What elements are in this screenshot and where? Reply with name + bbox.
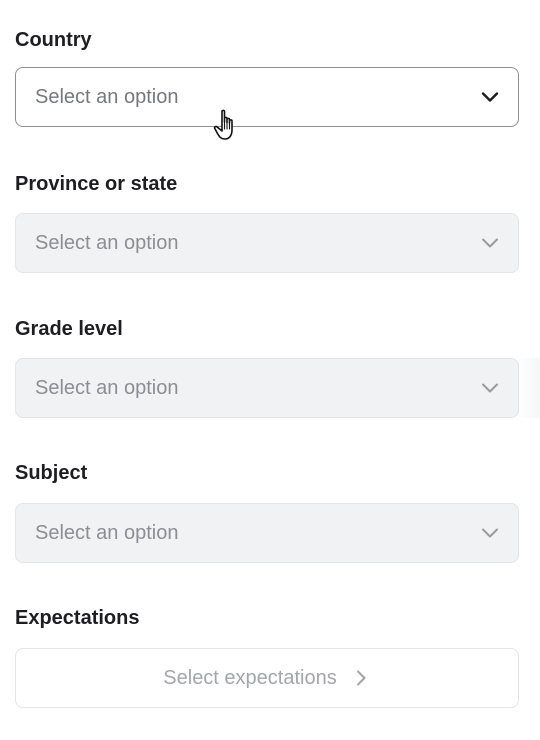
subject-label: Subject: [15, 462, 88, 484]
grade-level-select[interactable]: Select an option: [15, 358, 519, 418]
chevron-right-icon: [351, 668, 371, 688]
province-label: Province or state: [15, 173, 178, 195]
grade-level-label: Grade level: [15, 318, 123, 340]
subject-select[interactable]: Select an option: [15, 503, 519, 563]
chevron-down-icon: [480, 523, 500, 543]
grade-level-select-value: Select an option: [35, 376, 179, 399]
expectations-label: Expectations: [15, 607, 140, 629]
country-label: Country: [15, 29, 92, 51]
hand-pointer-icon: [213, 108, 241, 144]
country-select-value: Select an option: [35, 85, 179, 108]
select-expectations-label: Select expectations: [163, 666, 337, 689]
subject-select-value: Select an option: [35, 521, 179, 544]
chevron-down-icon: [480, 233, 500, 253]
chevron-down-icon: [480, 87, 500, 107]
country-select[interactable]: Select an option: [15, 67, 519, 127]
province-select-value: Select an option: [35, 231, 179, 254]
province-select[interactable]: Select an option: [15, 213, 519, 273]
edge-shadow: [518, 358, 540, 418]
select-expectations-button[interactable]: Select expectations: [15, 648, 519, 708]
chevron-down-icon: [480, 378, 500, 398]
